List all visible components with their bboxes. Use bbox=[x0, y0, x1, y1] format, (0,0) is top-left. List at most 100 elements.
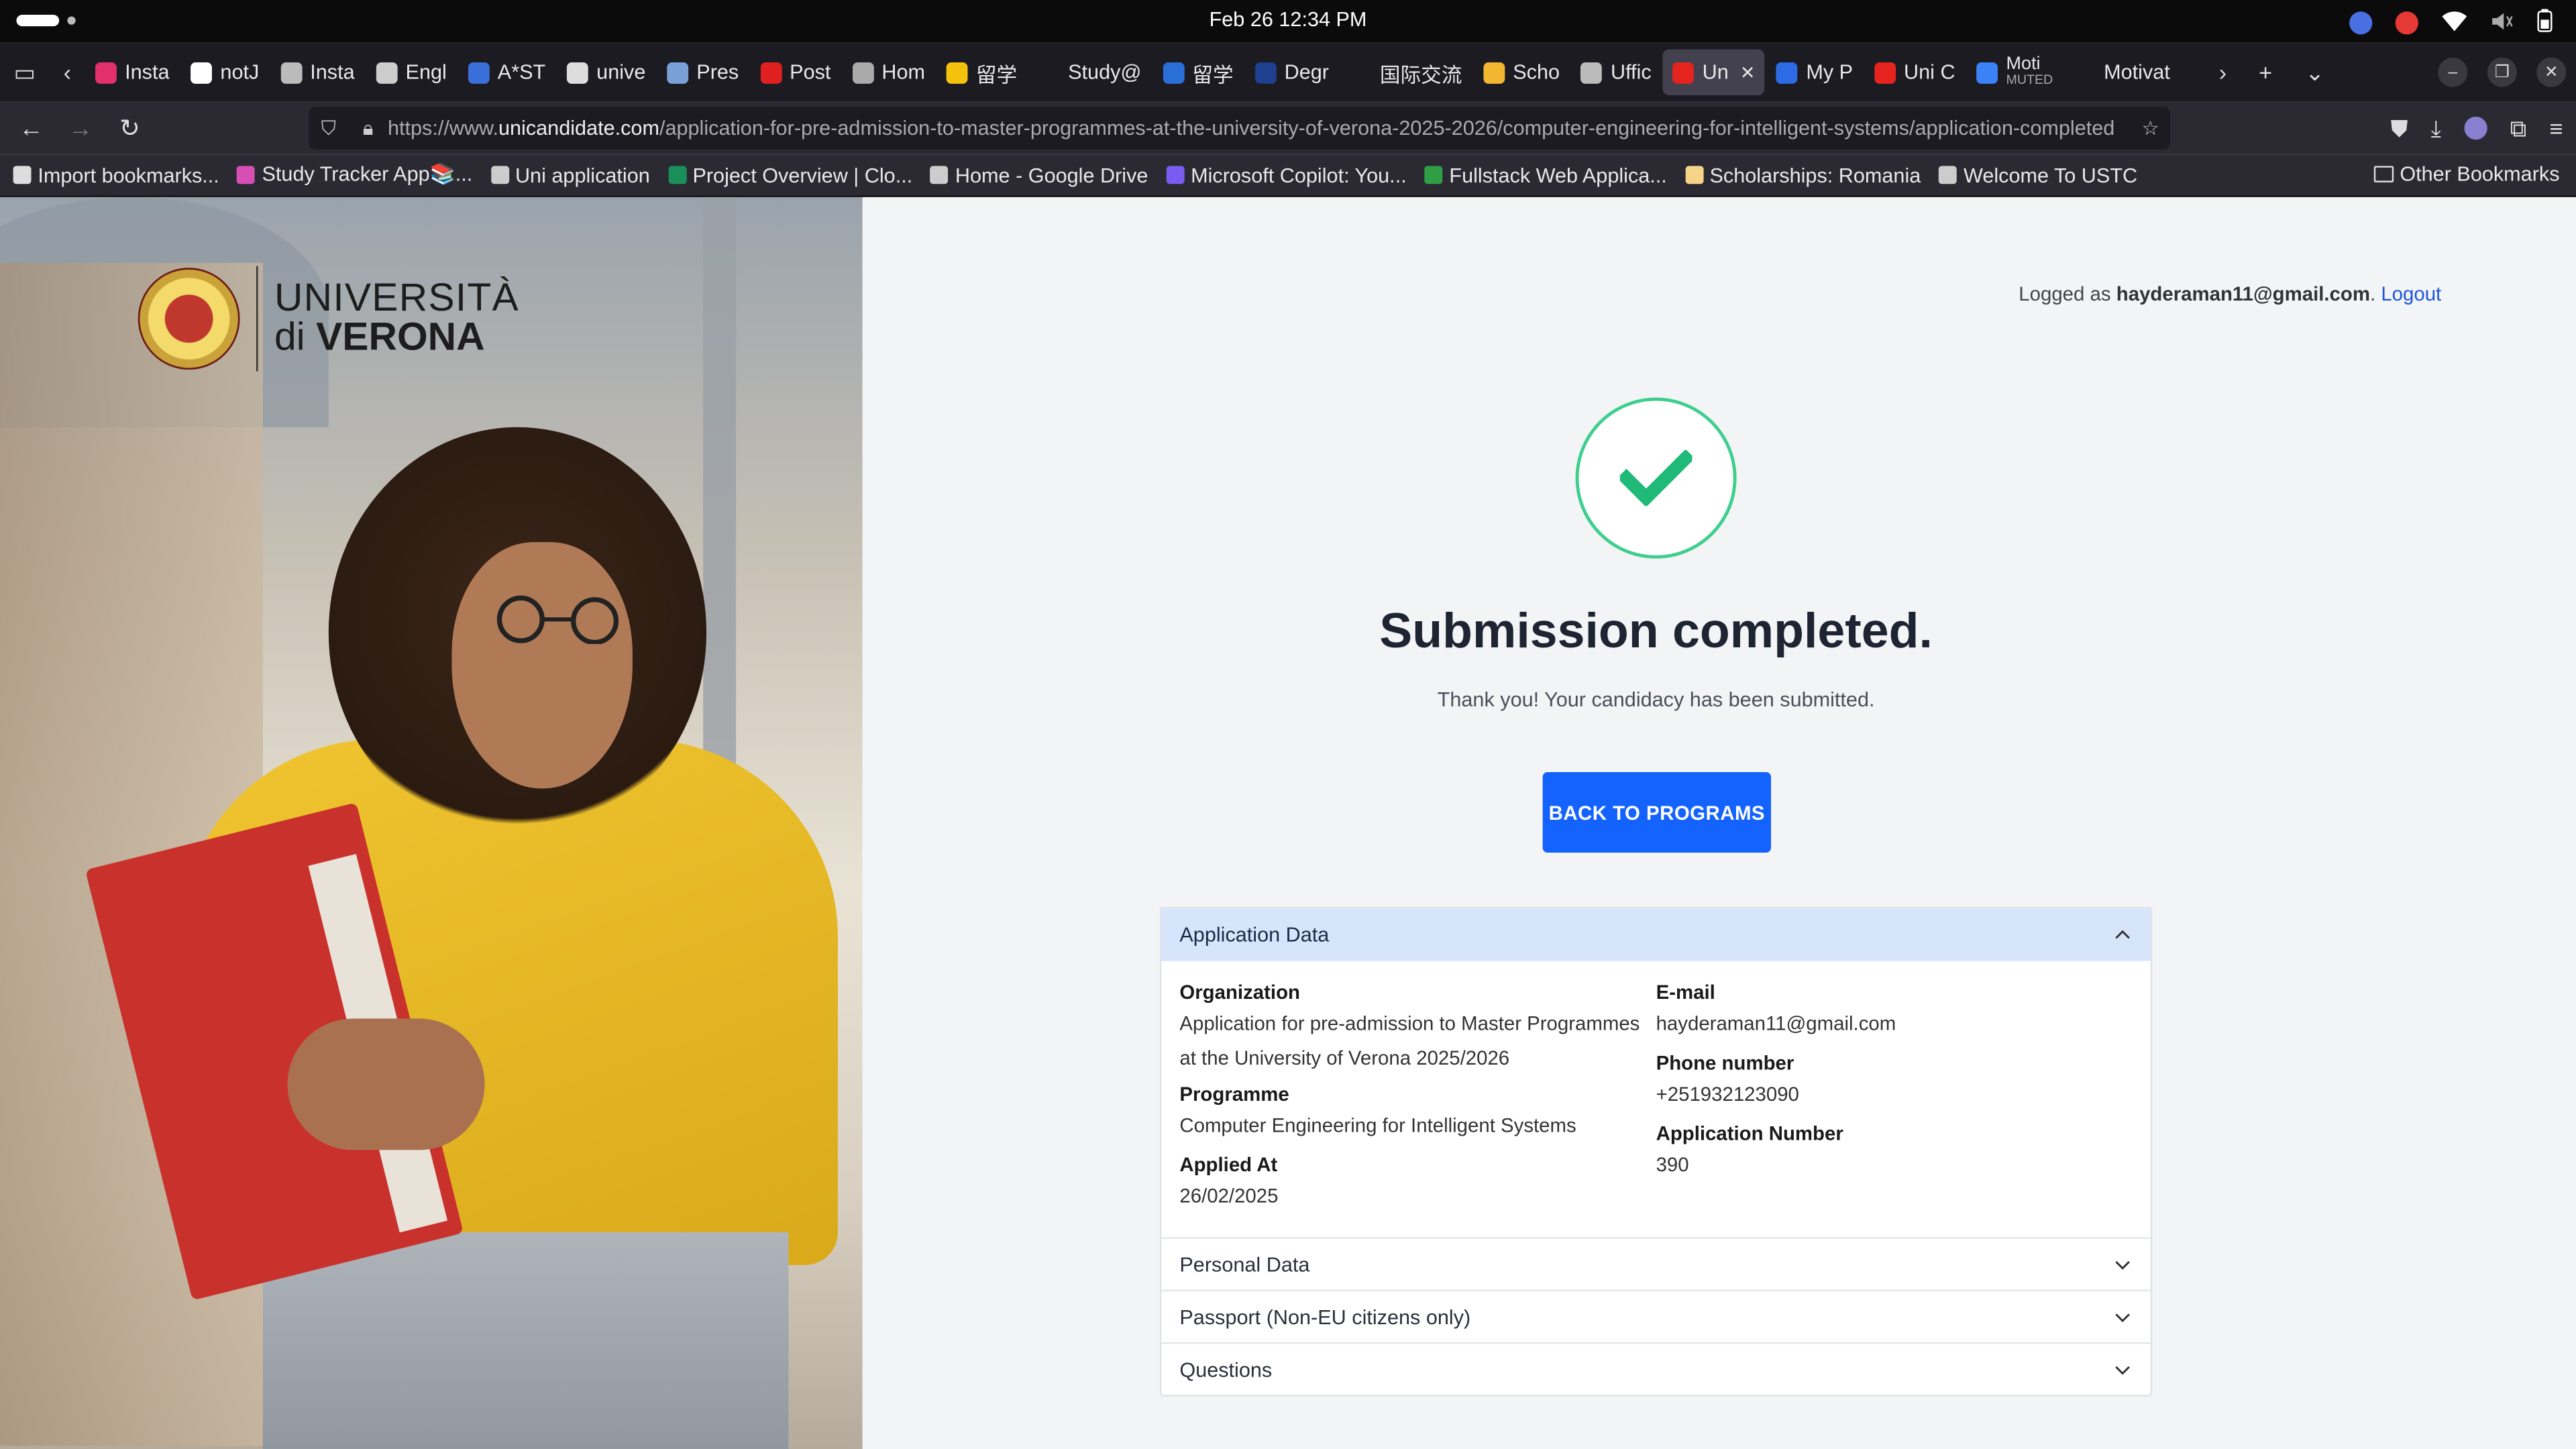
list-all-tabs-icon[interactable]: ⌄ bbox=[2290, 43, 2339, 102]
back-arrow-icon[interactable]: ← bbox=[7, 114, 56, 142]
accordion-header-passport[interactable]: Passport (Non-EU citizens only) bbox=[1161, 1289, 2151, 1342]
browser-tab[interactable]: unive bbox=[557, 49, 655, 95]
restore-button[interactable]: ❐ bbox=[2487, 57, 2517, 87]
tab-favicon-icon bbox=[946, 61, 968, 83]
browser-tab[interactable]: 国际交流 bbox=[1340, 49, 1472, 95]
bookmark-item[interactable]: Import bookmarks... bbox=[13, 164, 219, 186]
tab-title: 留学 bbox=[975, 63, 1018, 87]
browser-tab[interactable]: notJ bbox=[181, 49, 269, 95]
bookmark-item[interactable]: Project Overview | Clo... bbox=[667, 163, 913, 186]
wifi-icon[interactable] bbox=[2441, 9, 2467, 37]
bookmark-item[interactable]: Uni application bbox=[490, 164, 650, 186]
browser-tab[interactable]: Post bbox=[750, 49, 841, 95]
downloads-icon[interactable]: ⤓ bbox=[2431, 114, 2441, 142]
logged-prefix: Logged as bbox=[2019, 282, 2111, 306]
forward-arrow-icon[interactable]: → bbox=[56, 114, 105, 142]
tab-scroll-left-icon[interactable]: ‹ bbox=[49, 43, 85, 102]
browser-tab[interactable]: Uffic bbox=[1571, 49, 1661, 95]
menu-icon[interactable]: ≡ bbox=[2549, 115, 2563, 141]
browser-tab[interactable]: 留学 bbox=[1153, 49, 1244, 95]
reload-icon[interactable]: ↻ bbox=[105, 113, 154, 143]
url-text[interactable]: https://www.unicandidate.com/application… bbox=[388, 117, 2131, 140]
bookmark-label: Project Overview | Clo... bbox=[692, 163, 913, 186]
bookmark-label: Study Tracker App📚... bbox=[262, 162, 473, 186]
lock-icon[interactable]: 🔒︎ bbox=[348, 116, 388, 141]
tab-title: Degr bbox=[1284, 60, 1329, 84]
browser-tab[interactable]: Engl bbox=[366, 49, 457, 95]
browser-tab[interactable]: 留学 bbox=[936, 49, 1027, 95]
new-tab-button[interactable]: + bbox=[2241, 43, 2290, 102]
address-bar[interactable]: ⛉ 🔒︎ https://www.unicandidate.com/applic… bbox=[309, 107, 2171, 150]
bookmark-item[interactable]: Fullstack Web Applica... bbox=[1424, 164, 1667, 186]
tracking-shield-icon[interactable]: ⛉ bbox=[309, 116, 348, 141]
browser-tab[interactable]: Degr bbox=[1245, 49, 1339, 95]
close-tab-icon[interactable]: ✕ bbox=[1740, 62, 1756, 83]
battery-icon[interactable] bbox=[2536, 8, 2553, 38]
tab-favicon-icon bbox=[280, 61, 303, 83]
chevron-up-icon bbox=[2115, 930, 2130, 939]
notification-icon[interactable] bbox=[2349, 11, 2373, 35]
accordion-header-application-data[interactable]: Application Data bbox=[1161, 908, 2151, 961]
tab-favicon-icon bbox=[468, 61, 490, 83]
bookmark-item[interactable]: Study Tracker App📚... bbox=[237, 162, 473, 187]
tab-title: Moti bbox=[2006, 54, 2041, 74]
application-data-panel: Organization Application for pre-admissi… bbox=[1161, 961, 2150, 1237]
extensions-icon[interactable]: ⧉ bbox=[2510, 114, 2526, 142]
tab-title: Study@ bbox=[1068, 60, 1142, 84]
tab-title: A*ST bbox=[497, 60, 546, 84]
browser-tab[interactable]: Study@ bbox=[1028, 49, 1151, 95]
system-clock[interactable]: Feb 26 12:34 PM bbox=[0, 8, 2576, 31]
tab-title: Pres bbox=[696, 60, 739, 84]
bookmark-label: Microsoft Copilot: You... bbox=[1191, 163, 1407, 186]
bookmark-favicon-icon bbox=[237, 166, 256, 184]
chevron-down-icon bbox=[2115, 1365, 2130, 1375]
browser-tab[interactable]: A*ST bbox=[458, 49, 555, 95]
email-value: hayderaman11@gmail.com bbox=[1656, 1012, 1896, 1035]
browser-tab[interactable]: My P bbox=[1767, 49, 1863, 95]
tab-favicon-icon bbox=[852, 61, 874, 83]
bookmark-item[interactable]: Welcome To USTC bbox=[1939, 164, 2137, 186]
bookmark-item[interactable]: Microsoft Copilot: You... bbox=[1166, 163, 1407, 186]
browser-tab[interactable]: Insta bbox=[270, 49, 364, 95]
accordion-header-questions[interactable]: Questions bbox=[1161, 1342, 2151, 1395]
logout-link[interactable]: Logout bbox=[2381, 282, 2441, 305]
accordion-title: Application Data bbox=[1179, 923, 1330, 947]
system-tray[interactable] bbox=[2349, 8, 2553, 38]
accordion-header-personal-data[interactable]: Personal Data bbox=[1161, 1237, 2151, 1289]
minimize-button[interactable]: – bbox=[2438, 57, 2468, 87]
browser-tab[interactable]: Insta bbox=[85, 49, 179, 95]
browser-tab[interactable]: Motivat bbox=[2064, 49, 2180, 95]
application-col-right: E-mail hayderaman11@gmail.com Phone numb… bbox=[1656, 974, 2133, 1217]
tab-favicon-icon bbox=[667, 61, 689, 83]
close-window-button[interactable]: ✕ bbox=[2536, 57, 2567, 87]
email-label: E-mail bbox=[1656, 981, 1715, 1004]
tab-scroll-right-icon[interactable]: › bbox=[2205, 43, 2241, 102]
bookmark-star-icon[interactable]: ☆ bbox=[2131, 117, 2170, 140]
account-avatar-icon[interactable] bbox=[2464, 116, 2487, 140]
accordion-title: Questions bbox=[1179, 1358, 1273, 1381]
bookmark-label: Home - Google Drive bbox=[955, 163, 1148, 186]
tab-title: Post bbox=[790, 60, 831, 84]
logo-divider bbox=[256, 266, 258, 372]
programme-value: Computer Engineering for Intelligent Sys… bbox=[1179, 1114, 1576, 1137]
tab-overview-icon[interactable]: ▭ bbox=[0, 43, 49, 102]
browser-tab[interactable]: Pres bbox=[657, 49, 749, 95]
other-bookmarks[interactable]: Other Bookmarks bbox=[2373, 162, 2560, 186]
do-not-disturb-icon[interactable] bbox=[2395, 11, 2418, 35]
browser-tab[interactable]: Uni C bbox=[1864, 49, 1965, 95]
back-to-programs-button[interactable]: BACK TO PROGRAMS bbox=[1542, 772, 1772, 853]
bookmark-favicon-icon bbox=[490, 166, 509, 184]
student-face bbox=[451, 542, 633, 789]
browser-tab[interactable]: Un ✕ bbox=[1662, 49, 1766, 96]
phone-value: +251932123090 bbox=[1656, 1082, 1799, 1106]
volume-muted-icon[interactable] bbox=[2491, 9, 2514, 37]
university-logo: UNIVERSITÀ di VERONA bbox=[138, 266, 519, 372]
tab-title: Hom bbox=[881, 60, 926, 84]
browser-tab[interactable]: Moti MUTED bbox=[1967, 49, 2063, 95]
bookmark-item[interactable]: Scholarships: Romania bbox=[1684, 164, 1921, 186]
bookmark-favicon-icon bbox=[1939, 166, 1957, 184]
browser-tab[interactable]: Hom bbox=[843, 49, 935, 95]
pocket-icon[interactable]: ⛊ bbox=[2391, 114, 2408, 142]
browser-tab[interactable]: Scho bbox=[1473, 49, 1569, 95]
bookmark-item[interactable]: Home - Google Drive bbox=[930, 164, 1148, 186]
